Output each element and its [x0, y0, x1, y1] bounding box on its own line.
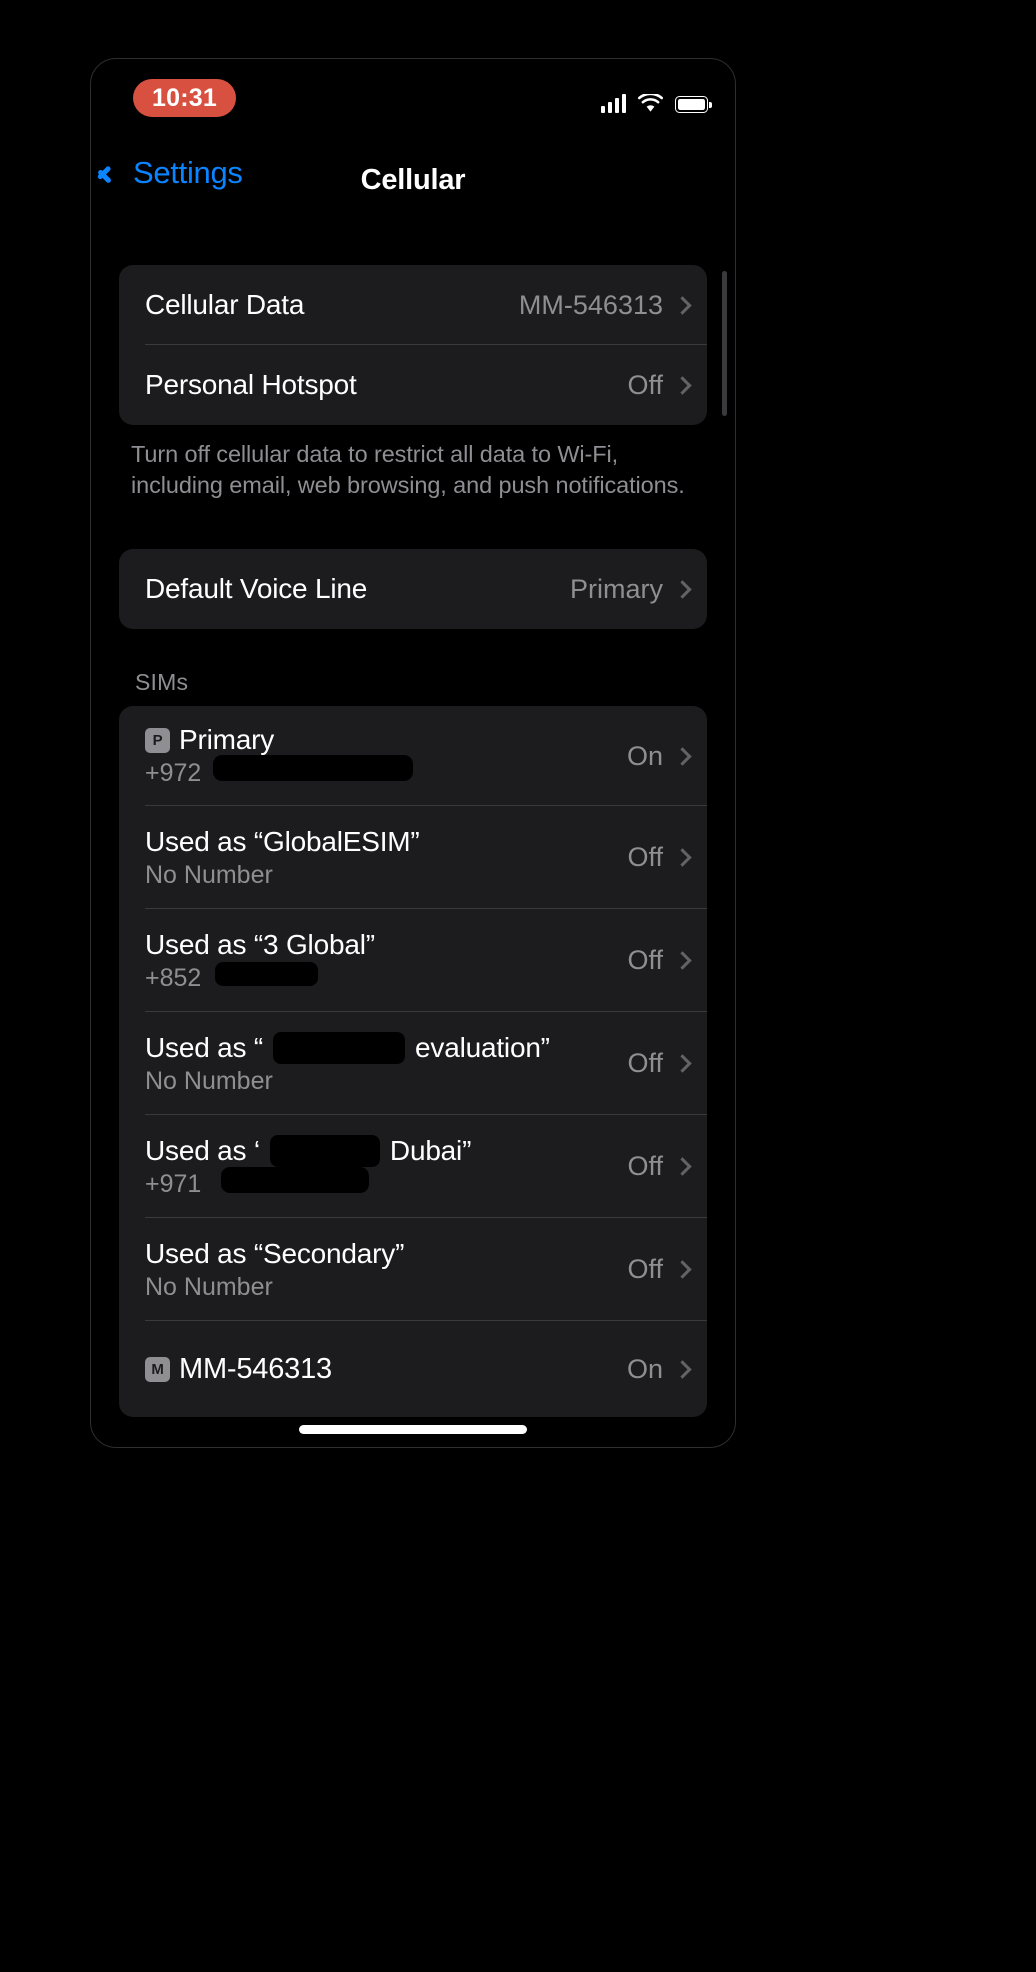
chevron-right-icon: [673, 579, 692, 599]
row-value: Off: [627, 1151, 663, 1182]
chevron-right-icon: [673, 375, 692, 395]
sim-label-suffix: evaluation”: [415, 1031, 550, 1063]
row-value: Off: [627, 1254, 663, 1285]
sim-label-prefix: Used as ‘: [145, 1134, 260, 1166]
row-subtitle: No Number: [145, 1066, 273, 1095]
redaction-bar: [213, 755, 413, 782]
row-default-voice-line[interactable]: Default Voice Line Primary: [119, 549, 707, 629]
chevron-right-icon: [673, 848, 692, 867]
settings-scroll-area[interactable]: Cellular Data MM-546313 Personal Hotspot…: [91, 221, 735, 1447]
status-bar: 10:31: [91, 59, 735, 139]
sim-row-globalesim[interactable]: Used as “GlobalESIM” No Number Off: [119, 806, 707, 910]
phone-screen: 10:31 Cellular Settings Cellular Data MM…: [90, 58, 736, 1448]
chevron-left-icon: [107, 158, 125, 188]
row-title: Default Voice Line: [145, 573, 368, 605]
sims-section-header: SIMs: [135, 669, 189, 696]
back-button[interactable]: Settings: [107, 155, 243, 191]
battery-full-icon: [675, 96, 712, 113]
sim-badge-icon: M: [145, 1356, 170, 1382]
sim-label: MM-546313: [179, 1352, 332, 1385]
sim-row-mm-546313[interactable]: M MM-546313 On: [119, 1321, 707, 1417]
row-personal-hotspot[interactable]: Personal Hotspot Off: [119, 345, 707, 425]
row-title: Used as ‘ Dubai”: [145, 1134, 627, 1167]
sims-card: P Primary +972 On Used as “GlobalESIM” N…: [119, 706, 707, 1418]
scrollbar-thumb[interactable]: [722, 271, 727, 416]
row-value: Off: [627, 945, 663, 976]
cellular-data-footer: Turn off cellular data to restrict all d…: [131, 441, 685, 499]
default-voice-line-card: Default Voice Line Primary: [119, 549, 707, 630]
sim-row-evaluation[interactable]: Used as “ evaluation” No Number Off: [119, 1012, 707, 1116]
chevron-right-icon: [673, 746, 692, 766]
row-subtitle: No Number: [145, 1272, 273, 1301]
sim-badge-icon: P: [145, 727, 170, 753]
row-title: Used as “ evaluation”: [145, 1031, 627, 1064]
sim-label: Primary: [179, 724, 275, 756]
row-value: Primary: [570, 573, 663, 604]
sim-row-dubai[interactable]: Used as ‘ Dubai” +971 Off: [119, 1115, 707, 1219]
redaction-bar: [215, 961, 318, 986]
redaction-bar: [273, 1031, 406, 1064]
phone-number-prefix: +852: [145, 963, 202, 992]
row-title: Used as “3 Global”: [145, 928, 375, 960]
phone-number-prefix: +972: [145, 759, 202, 788]
row-value: Off: [627, 1048, 663, 1079]
chevron-right-icon: [673, 1359, 692, 1379]
row-subtitle: +972: [145, 755, 627, 788]
row-title: Cellular Data: [145, 289, 305, 320]
sim-row-secondary[interactable]: Used as “Secondary” No Number Off: [119, 1218, 707, 1322]
sim-label-suffix: Dubai”: [389, 1134, 472, 1166]
cellular-signal-icon: [600, 93, 626, 113]
row-subtitle: +971: [145, 1166, 627, 1199]
row-value: On: [626, 740, 663, 771]
row-title: Used as “GlobalESIM”: [145, 825, 420, 857]
sim-label-prefix: Used as “: [145, 1031, 264, 1063]
status-bar-time: 10:31: [152, 83, 217, 112]
home-indicator[interactable]: [299, 1425, 527, 1434]
row-title: Used as “Secondary”: [145, 1237, 405, 1269]
row-subtitle: No Number: [145, 860, 273, 889]
row-subtitle: +852: [145, 961, 627, 993]
chevron-right-icon: [673, 951, 692, 970]
sim-row-primary[interactable]: P Primary +972 On: [119, 706, 707, 807]
sim-row-3-global[interactable]: Used as “3 Global” +852 Off: [119, 909, 707, 1013]
nav-bar: Cellular Settings: [91, 139, 735, 221]
chevron-right-icon: [673, 295, 692, 315]
row-value: Off: [627, 369, 663, 400]
chevron-right-icon: [673, 1157, 692, 1176]
row-title: P Primary: [145, 724, 627, 756]
redaction-bar: [269, 1134, 380, 1167]
row-cellular-data[interactable]: Cellular Data MM-546313: [119, 265, 707, 345]
row-value: On: [626, 1353, 663, 1384]
row-value: Off: [627, 842, 663, 873]
chevron-right-icon: [673, 1260, 692, 1279]
wifi-icon: [638, 92, 663, 113]
row-title: Personal Hotspot: [145, 369, 357, 400]
row-value: MM-546313: [518, 289, 663, 320]
row-title: M MM-546313: [145, 1353, 627, 1386]
phone-number-prefix: +971: [145, 1169, 202, 1198]
recording-time-pill: 10:31: [133, 79, 236, 117]
redaction-bar: [221, 1166, 369, 1193]
status-bar-icons: [600, 83, 712, 113]
cellular-data-card: Cellular Data MM-546313 Personal Hotspot…: [119, 265, 707, 425]
back-button-label: Settings: [133, 155, 243, 190]
chevron-right-icon: [673, 1054, 692, 1073]
